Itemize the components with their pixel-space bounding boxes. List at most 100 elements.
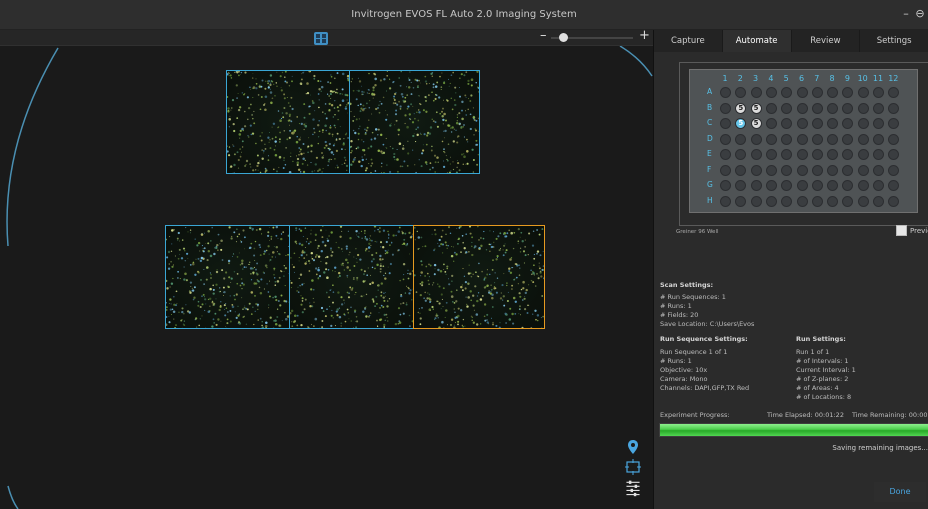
plate-well[interactable] — [735, 133, 747, 145]
plate-well[interactable] — [781, 195, 793, 207]
plate-well[interactable] — [781, 180, 793, 191]
plate-well[interactable] — [857, 87, 869, 98]
plate-well[interactable] — [781, 102, 793, 114]
plate-well[interactable]: 5 — [750, 102, 762, 114]
plate-well[interactable] — [842, 195, 854, 207]
plate-well[interactable] — [720, 180, 731, 191]
plate-well[interactable] — [765, 118, 777, 129]
plate-well[interactable] — [888, 118, 900, 129]
plate-well[interactable] — [735, 149, 747, 160]
tab-review[interactable]: Review — [792, 30, 861, 52]
plate-well[interactable] — [750, 149, 762, 160]
plate-well[interactable] — [827, 102, 839, 114]
plate-well[interactable] — [857, 180, 869, 191]
plate-well[interactable] — [811, 87, 823, 98]
plate-well[interactable] — [796, 133, 808, 145]
plate-well[interactable] — [796, 195, 808, 207]
plate-well[interactable] — [720, 195, 731, 207]
plate-well[interactable] — [720, 164, 731, 176]
plate-well[interactable] — [765, 180, 777, 191]
plate-well[interactable] — [857, 195, 869, 207]
plate-well[interactable] — [873, 195, 884, 207]
plate-well[interactable] — [750, 195, 762, 207]
tab-settings[interactable]: Settings — [860, 30, 928, 52]
plate-well[interactable] — [750, 87, 762, 98]
plate-well[interactable] — [873, 102, 884, 114]
plate-well[interactable] — [765, 102, 777, 114]
plate-well[interactable] — [842, 164, 854, 176]
plate-well[interactable] — [827, 118, 839, 129]
plate-well[interactable] — [873, 133, 884, 145]
plate-well[interactable] — [765, 87, 777, 98]
plate-well[interactable] — [720, 87, 731, 98]
restore-button[interactable]: ⊖ — [912, 6, 928, 22]
plate-well[interactable] — [827, 133, 839, 145]
plate-well[interactable] — [811, 133, 823, 145]
tab-capture[interactable]: Capture — [654, 30, 723, 52]
plate-well[interactable] — [827, 195, 839, 207]
plate-well[interactable] — [888, 164, 900, 176]
plate-well[interactable] — [842, 180, 854, 191]
preview-checkbox[interactable] — [896, 225, 907, 236]
field-image[interactable] — [226, 70, 350, 174]
plate-well[interactable] — [781, 118, 793, 129]
plate-well[interactable] — [796, 180, 808, 191]
plate-well[interactable] — [735, 87, 747, 98]
plate-well[interactable] — [720, 118, 731, 129]
plate-well[interactable] — [873, 118, 884, 129]
plate-well[interactable] — [811, 149, 823, 160]
plate-well[interactable] — [857, 164, 869, 176]
plate-well[interactable] — [765, 133, 777, 145]
plate-well[interactable] — [842, 118, 854, 129]
plate-well[interactable] — [735, 164, 747, 176]
plate-well[interactable] — [720, 133, 731, 145]
plate-well[interactable]: 5 — [735, 118, 747, 129]
plate-well[interactable] — [842, 149, 854, 160]
location-pin-icon[interactable] — [624, 438, 642, 456]
plate-well[interactable] — [873, 87, 884, 98]
plate-well[interactable] — [873, 164, 884, 176]
plate-well[interactable] — [781, 149, 793, 160]
plate-well[interactable] — [857, 133, 869, 145]
plate-well[interactable] — [781, 164, 793, 176]
field-image[interactable] — [349, 70, 480, 174]
tab-automate[interactable]: Automate — [722, 30, 792, 52]
adjust-sliders-icon[interactable] — [624, 479, 642, 497]
plate-well[interactable] — [765, 149, 777, 160]
plate-well[interactable] — [735, 195, 747, 207]
grid-layout-icon[interactable] — [314, 32, 328, 45]
plate-well[interactable] — [873, 180, 884, 191]
plate-well[interactable] — [796, 149, 808, 160]
plate-well[interactable] — [857, 149, 869, 160]
plate-well[interactable] — [796, 87, 808, 98]
plate-well[interactable] — [827, 164, 839, 176]
plate-well[interactable] — [873, 149, 884, 160]
plate-well[interactable] — [735, 180, 747, 191]
plate-well[interactable] — [796, 118, 808, 129]
plate-well[interactable] — [842, 87, 854, 98]
plate-well[interactable]: 5 — [750, 118, 762, 129]
zoom-in-button[interactable]: + — [639, 30, 650, 43]
plate-well[interactable] — [842, 102, 854, 114]
plate-well[interactable] — [781, 87, 793, 98]
image-viewer[interactable]: – + — [0, 30, 653, 509]
plate-well[interactable] — [796, 102, 808, 114]
plate-well[interactable] — [857, 118, 869, 129]
plate-well[interactable]: 5 — [735, 102, 747, 114]
plate-well[interactable] — [750, 133, 762, 145]
plate-well[interactable] — [750, 180, 762, 191]
plate-well[interactable] — [811, 180, 823, 191]
plate-well[interactable] — [842, 133, 854, 145]
plate-well[interactable] — [888, 133, 900, 145]
zoom-slider-thumb[interactable] — [559, 33, 569, 42]
plate-well[interactable] — [888, 180, 900, 191]
done-button[interactable]: Done — [874, 482, 926, 502]
plate-well[interactable] — [888, 149, 900, 160]
zoom-out-button[interactable]: – — [540, 30, 547, 43]
plate-well[interactable] — [888, 102, 900, 114]
plate-well[interactable] — [827, 149, 839, 160]
plate-well[interactable] — [811, 164, 823, 176]
plate-well[interactable] — [888, 87, 900, 98]
plate-well[interactable] — [765, 164, 777, 176]
plate-well[interactable] — [811, 102, 823, 114]
